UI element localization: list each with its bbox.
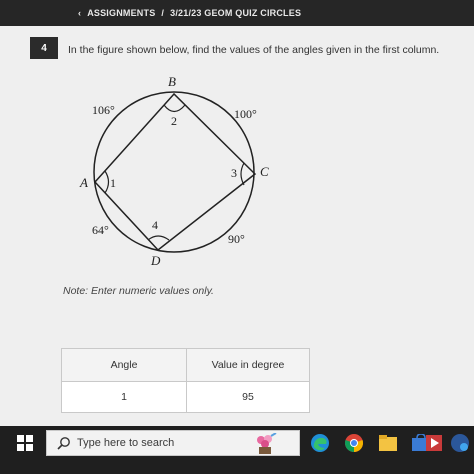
assignments-link[interactable]: ASSIGNMENTS <box>87 8 155 18</box>
chrome-browser-icon[interactable] <box>341 430 367 456</box>
answer-table: Angle Value in degree 1 95 <box>61 348 310 413</box>
word-icon[interactable] <box>447 430 473 456</box>
inscribed-quadrilateral-figure: B A C D 2 1 3 4 106° 100° 90° 64° <box>79 74 269 268</box>
angle-arc-B <box>163 104 186 113</box>
breadcrumb-separator: / <box>161 8 165 18</box>
question-prompt: In the figure shown below, find the valu… <box>68 44 440 56</box>
column-header-angle: Angle <box>61 348 187 382</box>
arc-measure-CD: 90° <box>228 232 245 246</box>
numeric-note: Note: Enter numeric values only. <box>63 285 214 297</box>
point-label-C: C <box>260 164 269 179</box>
table-header-row: Angle Value in degree <box>61 348 310 382</box>
angle-arc-A <box>104 170 110 194</box>
assignment-header: ‹ ASSIGNMENTS / 3/21/23 GEOM QUIZ CIRCLE… <box>0 0 474 26</box>
column-header-value: Value in degree <box>186 348 310 382</box>
assignment-title: 3/21/23 GEOM QUIZ CIRCLES <box>170 8 302 18</box>
edge-browser-icon[interactable] <box>307 430 333 456</box>
angle-number-3: 3 <box>231 166 237 180</box>
search-icon <box>57 437 70 450</box>
browser-viewport: ‹ ASSIGNMENTS / 3/21/23 GEOM QUIZ CIRCLE… <box>0 0 474 426</box>
value-input-cell[interactable]: 95 <box>186 381 310 413</box>
file-explorer-icon[interactable] <box>375 430 401 456</box>
question-number-badge: 4 <box>30 37 58 59</box>
point-label-A: A <box>79 175 88 190</box>
point-label-D: D <box>150 253 161 268</box>
flower-app-icon[interactable] <box>252 431 278 457</box>
breadcrumb: ‹ ASSIGNMENTS / 3/21/23 GEOM QUIZ CIRCLE… <box>78 8 301 18</box>
angle-arc-C <box>240 162 245 186</box>
angle-arc-D <box>147 235 170 241</box>
angle-cell: 1 <box>61 381 187 413</box>
angle-number-4: 4 <box>152 218 158 232</box>
point-label-B: B <box>168 74 176 89</box>
search-placeholder: Type here to search <box>77 437 175 449</box>
back-chevron-icon[interactable]: ‹ <box>78 8 81 18</box>
angle-number-2: 2 <box>171 114 177 128</box>
angle-number-1: 1 <box>110 176 116 190</box>
arc-measure-DA: 64° <box>92 223 109 237</box>
arc-measure-AB: 106° <box>92 103 115 117</box>
table-row: 1 95 <box>61 381 310 413</box>
arc-measure-BC: 100° <box>234 107 257 121</box>
windows-start-icon[interactable] <box>12 430 38 456</box>
media-icon[interactable] <box>421 430 447 456</box>
